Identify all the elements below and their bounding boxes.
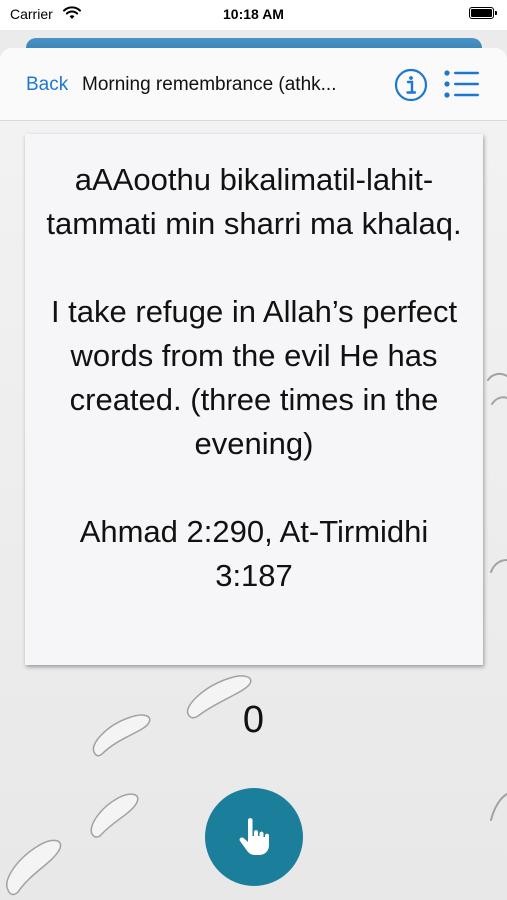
footprint-decoration bbox=[490, 793, 507, 821]
transliteration-text: aAAoothu bikalimatil-lahit-tammati min s… bbox=[46, 162, 462, 241]
footprint-decoration bbox=[6, 839, 62, 896]
footprint-decoration bbox=[90, 793, 139, 838]
tap-count-button[interactable] bbox=[205, 788, 303, 886]
list-icon[interactable] bbox=[444, 70, 480, 98]
repeat-counter: 0 bbox=[242, 699, 265, 741]
back-button[interactable]: Back bbox=[26, 74, 68, 96]
page-title: Morning remembrance (athk... bbox=[82, 74, 337, 95]
navigation-bar: Back Morning remembrance (athk... bbox=[0, 48, 507, 121]
footprint-decoration bbox=[490, 559, 507, 573]
info-circle-icon[interactable] bbox=[394, 68, 428, 102]
dhikr-card: aAAoothu bikalimatil-lahit-tammati min s… bbox=[25, 134, 483, 665]
battery-icon bbox=[469, 7, 497, 19]
hand-pointer-icon bbox=[239, 818, 269, 855]
translation-text: I take refuge in Allah’s perfect words f… bbox=[50, 294, 458, 461]
footprint-decoration bbox=[487, 372, 507, 405]
content-sheet: Back Morning remembrance (athk... aAAoot… bbox=[0, 48, 507, 900]
reference-text: Ahmad 2:290, At-Tirmidhi 3:187 bbox=[79, 514, 429, 593]
status-bar: Carrier 10:18 AM bbox=[0, 0, 507, 30]
status-time: 10:18 AM bbox=[223, 6, 284, 22]
